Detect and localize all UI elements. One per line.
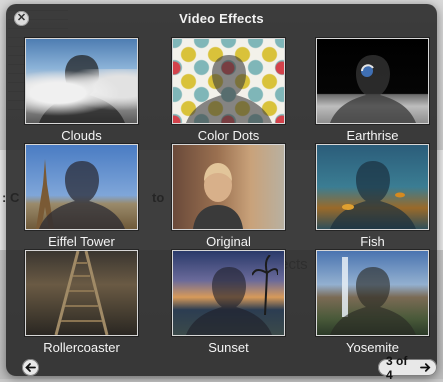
effect-tile-clouds[interactable]: Clouds [25,38,138,143]
effect-label: Color Dots [197,128,260,143]
effect-tile-eiffel-tower[interactable]: Eiffel Tower [25,144,138,249]
effect-label: Rollercoaster [43,340,120,355]
page-indicator: 3 of 4 [386,353,408,382]
effect-tile-color-dots[interactable]: Color Dots [172,38,285,143]
silhouette-icon [185,55,272,123]
silhouette-icon [329,161,416,229]
effect-label: Original [206,234,251,249]
effect-thumbnail [172,250,285,336]
track-icon [54,251,109,335]
person-icon [193,163,243,229]
effect-thumbnail [316,144,429,230]
arrow-left-icon [25,363,36,372]
effect-tile-earthrise[interactable]: Earthrise [316,38,429,143]
silhouette-icon [329,267,416,335]
effect-tile-sunset[interactable]: Sunset [172,250,285,355]
effect-thumbnail [316,38,429,124]
next-page-button[interactable]: 3 of 4 [378,354,437,382]
effect-thumbnail [172,38,285,124]
arrow-right-icon [420,363,431,372]
silhouette-icon [329,55,416,123]
silhouette-icon [38,55,125,123]
panel-title: Video Effects [179,11,264,26]
effect-thumbnail [25,144,138,230]
effect-label: Earthrise [346,128,399,143]
effect-label: Eiffel Tower [48,234,115,249]
silhouette-icon [185,267,272,335]
effect-label: Fish [360,234,385,249]
effect-label: Clouds [61,128,102,143]
effect-thumbnail [316,250,429,336]
silhouette-icon [38,161,125,229]
video-effects-panel: ✕ Video Effects Clouds Color Dots Earthr… [6,4,437,382]
effect-tile-original[interactable]: Original [172,144,285,249]
effect-thumbnail [172,144,285,230]
effect-tile-rollercoaster[interactable]: Rollercoaster [25,250,138,355]
effect-thumbnail [25,38,138,124]
effect-tile-yosemite[interactable]: Yosemite [316,250,429,355]
effect-label: Sunset [208,340,249,355]
previous-page-button[interactable] [22,359,39,376]
effect-thumbnail [25,250,138,336]
effect-tile-fish[interactable]: Fish [316,144,429,249]
